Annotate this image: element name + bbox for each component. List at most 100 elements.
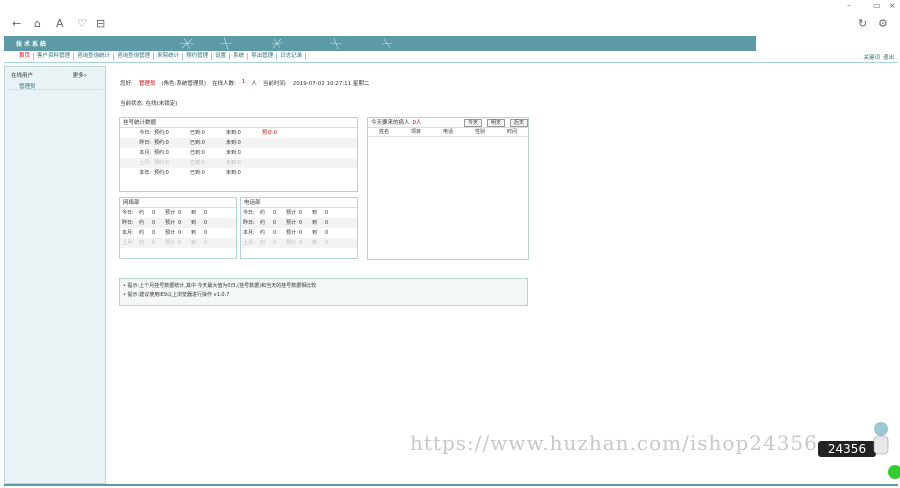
online-users-heading: 在线用户: [11, 73, 34, 79]
cell-value: 约: [260, 240, 266, 246]
nav-home[interactable]: 首页: [16, 53, 35, 60]
nav-system[interactable]: 系统: [230, 53, 249, 60]
app-header: 技术系统: [4, 36, 898, 51]
stats-row: 昨日: 预约:0 已到:0 未到:0: [120, 138, 357, 148]
current-time: 2019-07-02 10:27:11 星期二: [292, 81, 370, 87]
refresh-icon[interactable]: ↻: [858, 17, 867, 31]
cell-value: 到: [191, 220, 197, 226]
home-icon[interactable]: ⌂: [34, 17, 41, 31]
feedback-icon[interactable]: [888, 465, 900, 479]
row-label: 上月:: [139, 160, 151, 166]
network-rows: 今日: 约 0 预计 0 到 0 昨日: 约 0 预计 0 到 0 本月: 约 0 预计 0 到 0 上月: 约 0 预计 0 到 0: [120, 208, 236, 248]
arrived-value: 已到:0: [190, 130, 205, 136]
booked-value: 预约:0: [154, 140, 169, 146]
cell-value: 0: [299, 230, 303, 236]
booked-value: 预约:0: [154, 150, 169, 156]
row-label: 昨日:: [139, 140, 151, 146]
mascot-icon: [873, 422, 889, 455]
col-project: 项目: [410, 129, 421, 135]
nav-logs[interactable]: 日志记录: [277, 53, 307, 60]
cell-value: 0: [299, 240, 303, 246]
minimize-icon[interactable]: –: [847, 1, 851, 10]
row-label: 本月:: [243, 230, 255, 236]
cell-value: 预计: [286, 210, 297, 216]
cell-value: 到: [312, 230, 318, 236]
pre-value: [262, 158, 298, 168]
dept-row: 今日: 约 0 预计 0 到 0: [241, 208, 357, 218]
nav-items: 首页 客户资料管理 咨询查询统计 咨询查询管理 来院统计 预约管理 设置 系统 …: [16, 53, 307, 60]
today-button[interactable]: 今天: [463, 118, 482, 127]
panel-title: 网络部: [120, 198, 236, 208]
row-label: 本月:: [139, 150, 151, 156]
nav-customer[interactable]: 客户资料管理: [34, 53, 75, 60]
cell-value: 0: [299, 220, 303, 226]
sidebar: 在线用户 更多» 管理员: [4, 66, 106, 484]
cell-value: 约: [139, 220, 145, 226]
cell-value: 预计: [165, 220, 176, 226]
nav-consult-stats[interactable]: 咨询查询统计: [74, 53, 115, 60]
cell-value: 0: [325, 230, 329, 236]
close-icon[interactable]: ×: [889, 1, 896, 10]
status-line: 当前状态: 在线(未锁定): [120, 101, 178, 107]
reader-icon[interactable]: A: [56, 17, 64, 31]
panel-title: 挂号统计数据: [120, 118, 357, 128]
back-icon[interactable]: ←: [12, 17, 21, 31]
window-controls: – ▭ ×: [0, 0, 900, 14]
cell-value: 0: [178, 230, 182, 236]
maximize-icon[interactable]: ▭: [873, 1, 881, 10]
nav-export[interactable]: 导出管理: [248, 53, 278, 60]
online-unit: 人: [251, 81, 257, 87]
dept-row: 本月: 约 0 预计 0 到 0: [241, 228, 357, 238]
logout-link[interactable]: 退出: [883, 53, 894, 61]
tomorrow-button[interactable]: 明天: [486, 118, 505, 127]
absent-value: 未到:0: [226, 170, 241, 176]
cell-value: 0: [299, 210, 303, 216]
nav-settings[interactable]: 设置: [212, 53, 231, 60]
nav-consult-manage[interactable]: 咨询查询管理: [114, 53, 155, 60]
online-label: 在线人数:: [212, 81, 236, 87]
nav-appointments[interactable]: 预约管理: [183, 53, 213, 60]
cell-value: 0: [325, 240, 329, 246]
cell-value: 0: [273, 220, 277, 226]
row-label: 本月:: [122, 230, 134, 236]
tabs-icon[interactable]: ⊟: [96, 17, 105, 31]
settings-icon[interactable]: ⚙: [878, 17, 888, 31]
dept-row: 本月: 约 0 预计 0 到 0: [120, 228, 236, 238]
cell-value: 预计: [286, 230, 297, 236]
dept-row: 昨日: 约 0 预计 0 到 0: [241, 218, 357, 228]
col-phone: 电话: [442, 129, 453, 135]
today-patients-panel: 今天要来的病人 0人 今天 明天 后天 姓名 项目 电话 性别 时间: [367, 117, 529, 260]
keywords-link[interactable]: 关键词: [863, 53, 880, 61]
panel-header: 今天要来的病人 0人 今天 明天 后天: [368, 118, 528, 128]
cell-value: 0: [178, 210, 182, 216]
cell-value: 0: [273, 240, 277, 246]
cell-value: 0: [325, 220, 329, 226]
cell-value: 到: [312, 240, 318, 246]
current-user: 管理员: [138, 81, 156, 87]
col-time: 时间: [506, 129, 517, 135]
favorite-icon[interactable]: ♡: [77, 17, 87, 31]
stats-row: 今日: 预约:0 已到:0 未到:0 预诊:0: [120, 128, 357, 138]
cell-value: 预计: [165, 240, 176, 246]
cell-value: 到: [312, 210, 318, 216]
nav-visit-stats[interactable]: 来院统计: [154, 53, 184, 60]
nav-right: 关键词 退出: [863, 53, 894, 61]
user-info-line: 您好: 管理员 (角色:系统管理员) 在线人数: 1 人 当前时间: 2019-…: [120, 79, 369, 87]
notice-panel: • 提示:上个月挂号数据统计,其中 今天最大值为0日,(挂号数据)和当天的挂号数…: [119, 278, 528, 306]
dept-row: 昨日: 约 0 预计 0 到 0: [120, 218, 236, 228]
cell-value: 到: [191, 230, 197, 236]
cell-value: 约: [260, 220, 266, 226]
day-after-button[interactable]: 后天: [509, 118, 528, 127]
dept-row: 上月: 约 0 预计 0 到 0: [241, 238, 357, 248]
booked-value: 预约:0: [154, 170, 169, 176]
arrived-value: 已到:0: [190, 140, 205, 146]
cell-value: 0: [152, 230, 156, 236]
cell-value: 到: [312, 220, 318, 226]
more-link[interactable]: 更多»: [73, 71, 87, 79]
row-label: 上月:: [243, 240, 255, 246]
cell-value: 约: [260, 210, 266, 216]
cell-value: 约: [139, 230, 145, 236]
cell-value: 约: [260, 230, 266, 236]
patient-count: 0人: [412, 119, 422, 126]
cell-value: 0: [273, 230, 277, 236]
